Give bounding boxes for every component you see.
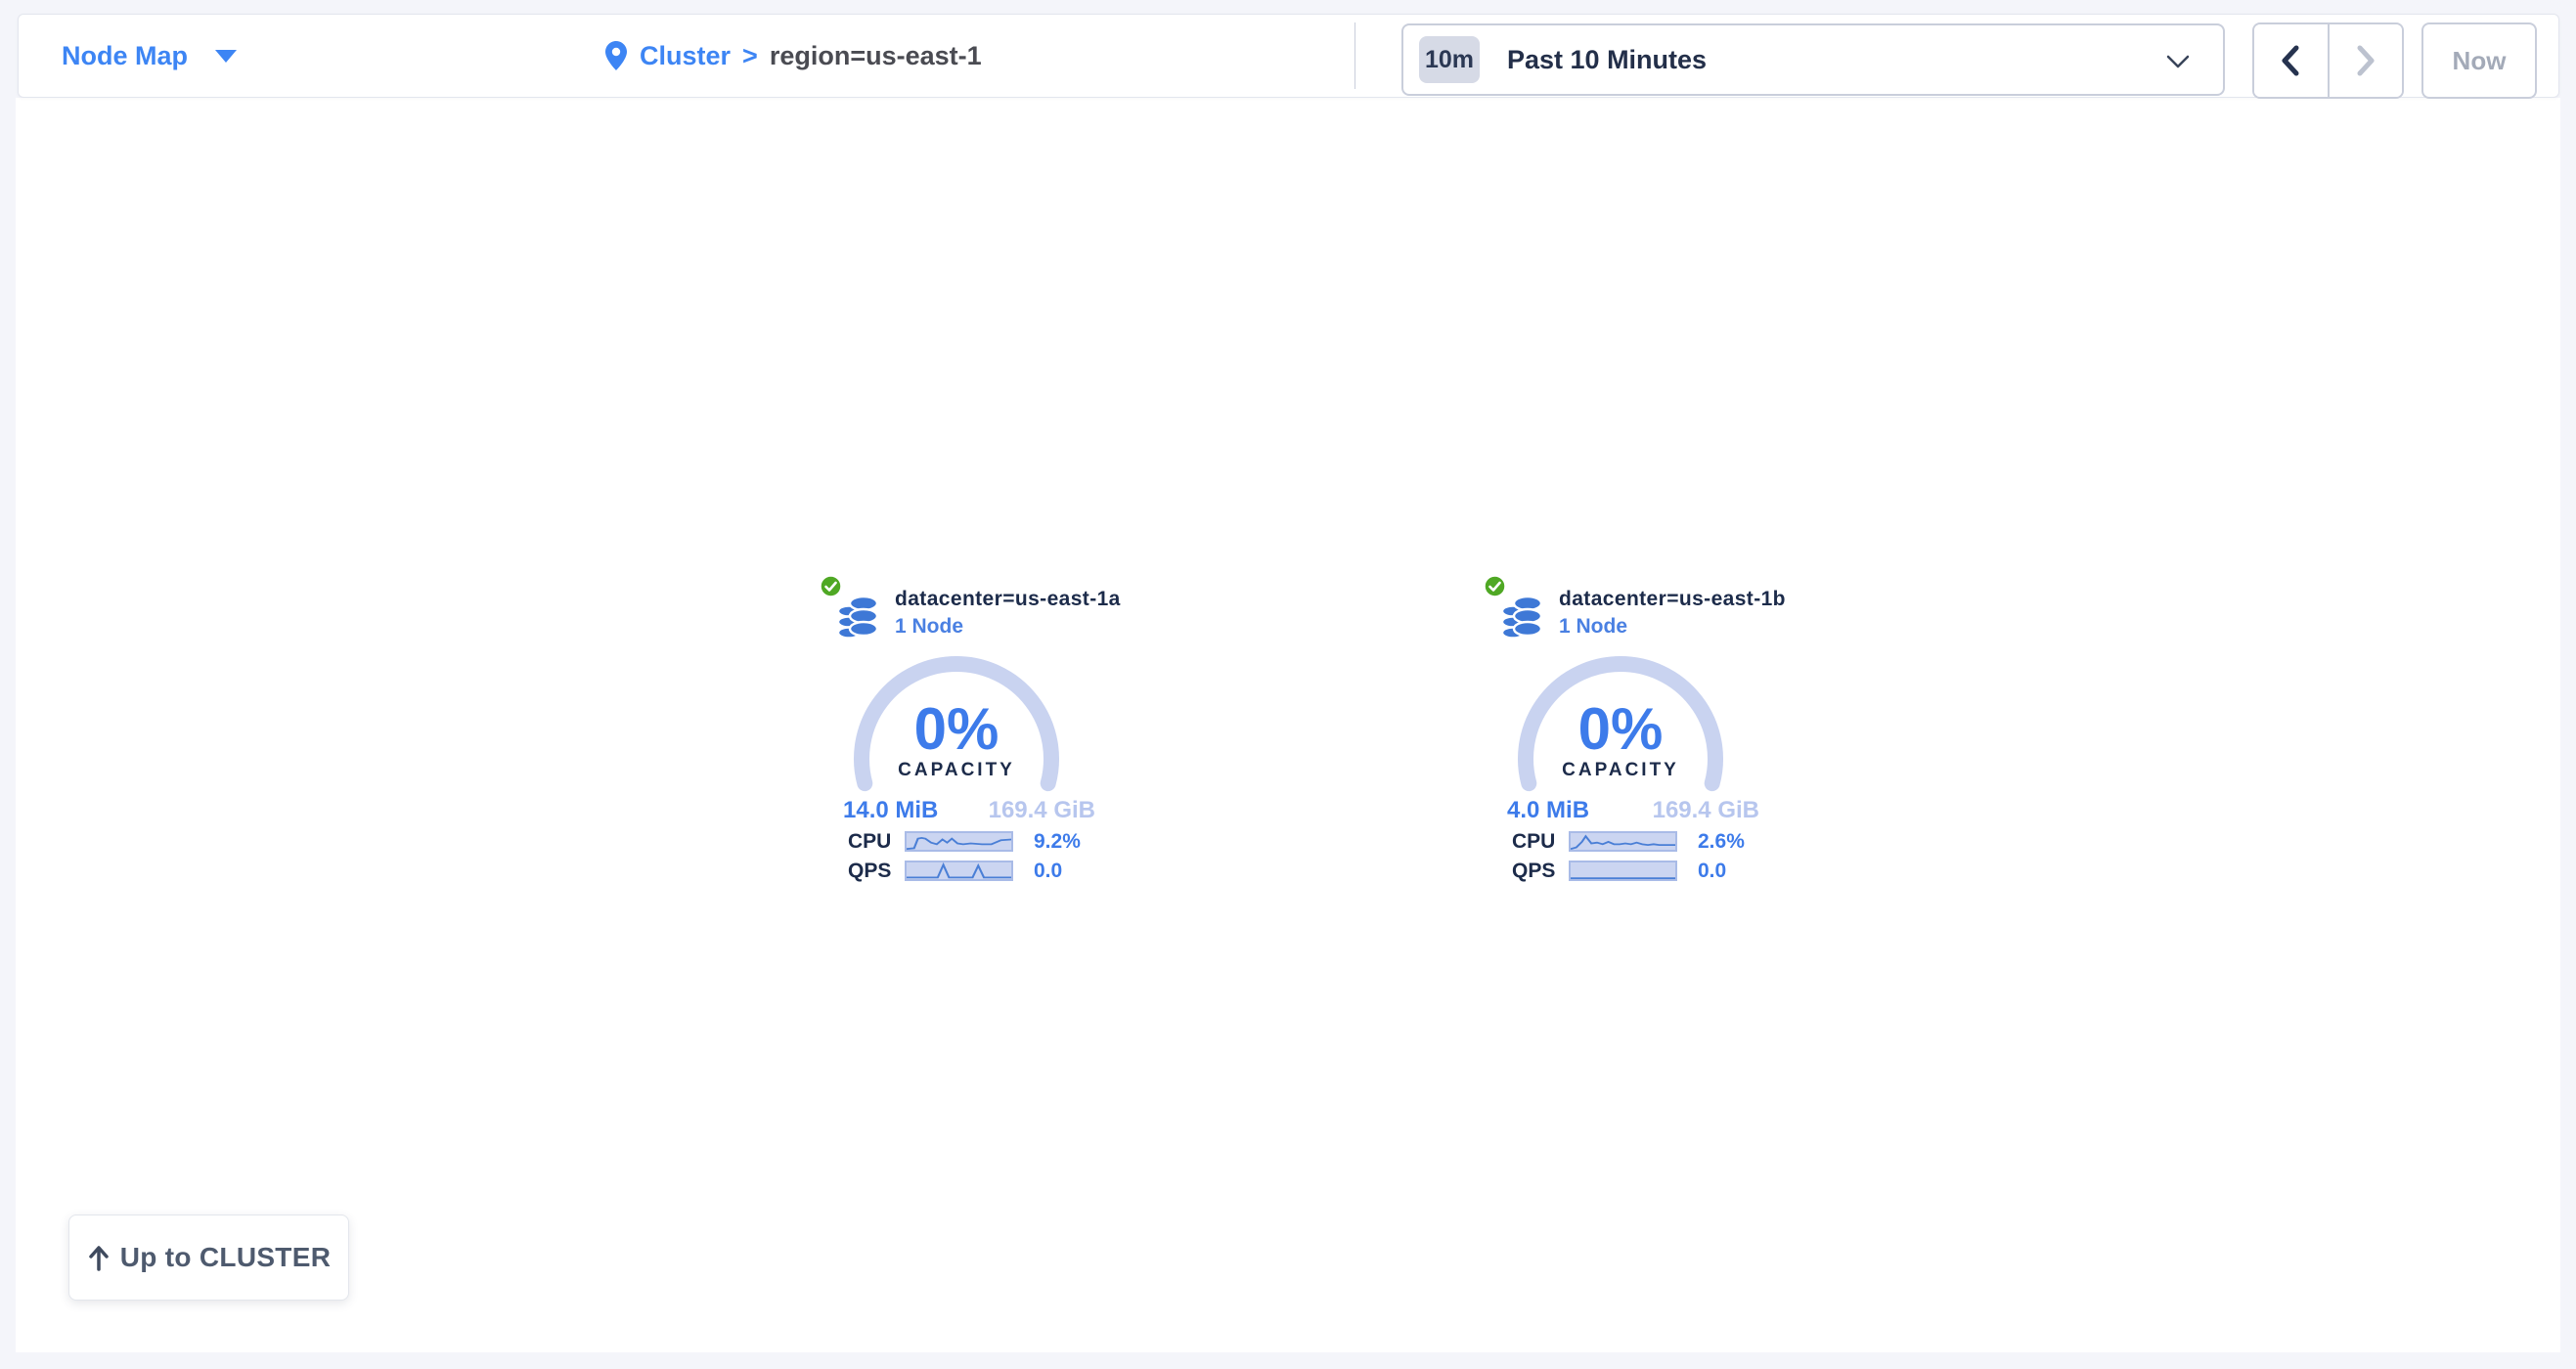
cpu-stat-row: CPU 9.2% <box>820 831 1113 853</box>
capacity-used: 4.0 MiB <box>1507 797 1589 824</box>
locality-name: datacenter=us-east-1a <box>895 588 1121 611</box>
qps-stat-row: QPS 0.0 <box>820 861 1113 882</box>
chevron-left-icon <box>2282 45 2299 76</box>
view-selector-dropdown[interactable]: Node Map <box>62 15 237 97</box>
capacity-percent: 0% <box>1513 699 1728 760</box>
location-pin-icon <box>604 40 628 71</box>
cpu-label: CPU <box>848 831 891 853</box>
cpu-sparkline <box>1569 831 1677 852</box>
capacity-percent: 0% <box>849 699 1064 760</box>
locality-node-count: 1 Node <box>1559 615 1627 639</box>
qps-stat-row: QPS 0.0 <box>1484 861 1777 882</box>
locality-node-count: 1 Node <box>895 615 963 639</box>
up-to-cluster-label: Up to CLUSTER <box>120 1242 331 1273</box>
qps-label: QPS <box>848 861 891 882</box>
locality-name: datacenter=us-east-1b <box>1559 588 1786 611</box>
qps-value: 0.0 <box>1034 861 1062 882</box>
cpu-value: 9.2% <box>1034 831 1081 853</box>
now-button[interactable]: Now <box>2421 22 2537 99</box>
capacity-total: 169.4 GiB <box>1653 797 1759 824</box>
time-next-button[interactable] <box>2330 24 2403 97</box>
breadcrumb-current: region=us-east-1 <box>770 41 982 71</box>
qps-sparkline <box>905 861 1013 881</box>
qps-value: 0.0 <box>1698 861 1726 882</box>
view-selector-label: Node Map <box>62 41 188 71</box>
chevron-down-icon <box>2166 55 2190 69</box>
locality-datacenter-us-east-1a[interactable]: datacenter=us-east-1a 1 Node 0% CAPACITY… <box>820 572 1113 895</box>
time-range-dropdown[interactable]: 10m Past 10 Minutes <box>1401 23 2225 96</box>
breadcrumb-cluster-link[interactable]: Cluster <box>640 41 731 71</box>
capacity-total: 169.4 GiB <box>989 797 1095 824</box>
time-step-buttons <box>2252 22 2404 99</box>
time-range-label: Past 10 Minutes <box>1507 45 1707 75</box>
cpu-sparkline <box>905 831 1013 852</box>
caret-down-icon <box>215 50 237 63</box>
database-stack-icon <box>836 592 879 640</box>
topbar: Node Map Cluster > region=us-east-1 10m … <box>18 14 2559 98</box>
qps-sparkline <box>1569 861 1677 881</box>
cpu-stat-row: CPU 2.6% <box>1484 831 1777 853</box>
locality-datacenter-us-east-1b[interactable]: datacenter=us-east-1b 1 Node 0% CAPACITY… <box>1484 572 1777 895</box>
cpu-value: 2.6% <box>1698 831 1745 853</box>
time-range-badge: 10m <box>1419 36 1480 83</box>
capacity-label: CAPACITY <box>1513 760 1728 781</box>
time-prev-button[interactable] <box>2254 24 2330 97</box>
chevron-right-icon <box>2357 45 2375 76</box>
qps-label: QPS <box>1512 861 1555 882</box>
arrow-up-icon <box>87 1244 111 1271</box>
capacity-used: 14.0 MiB <box>843 797 938 824</box>
breadcrumb: Cluster > region=us-east-1 <box>604 15 982 97</box>
node-map-canvas: datacenter=us-east-1a 1 Node 0% CAPACITY… <box>16 98 2560 1352</box>
up-to-cluster-button[interactable]: Up to CLUSTER <box>68 1214 349 1301</box>
cpu-label: CPU <box>1512 831 1555 853</box>
database-stack-icon <box>1500 592 1543 640</box>
breadcrumb-separator: > <box>742 41 758 71</box>
capacity-label: CAPACITY <box>849 760 1064 781</box>
